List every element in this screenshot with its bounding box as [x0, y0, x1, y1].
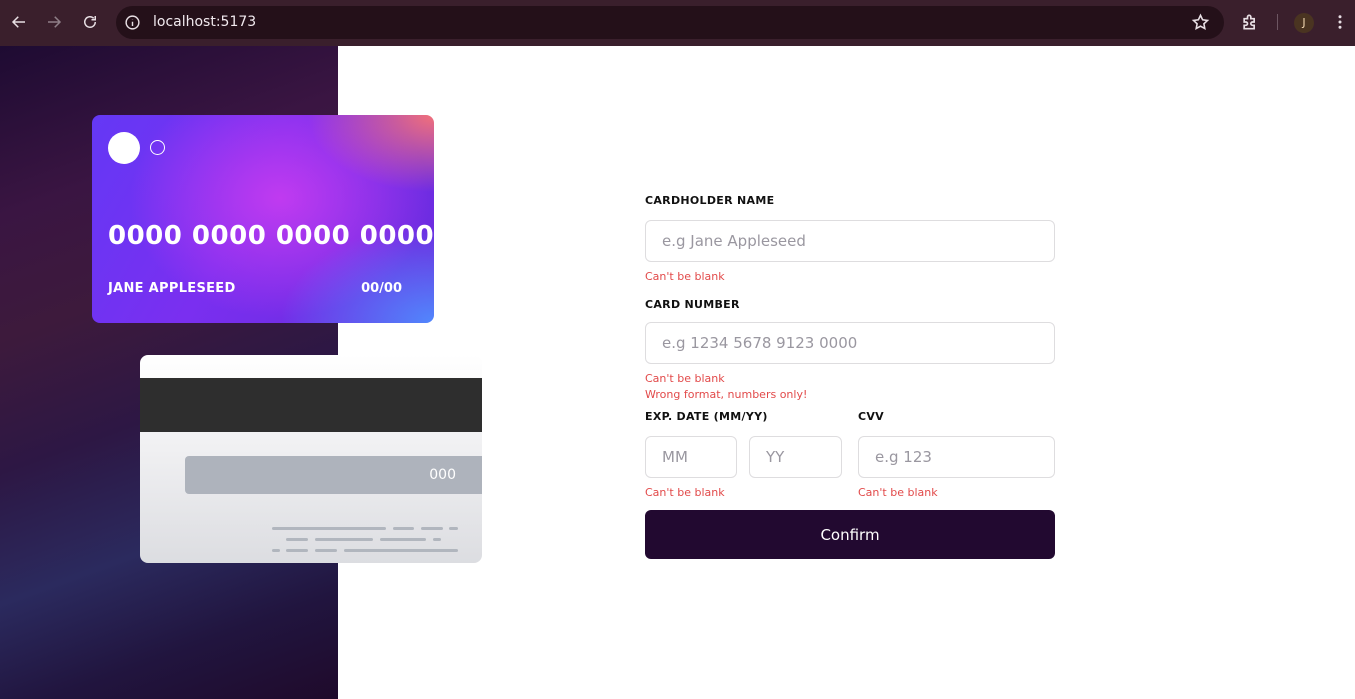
toolbar-divider	[1277, 14, 1278, 30]
card-cvc-display: 000	[429, 467, 456, 483]
confirm-button[interactable]: Confirm	[645, 510, 1055, 559]
exp-date-label: EXP. DATE (MM/YY)	[645, 410, 768, 423]
url-text[interactable]: localhost:5173	[153, 6, 256, 39]
card-holder-display: JANE APPLESEED	[108, 281, 236, 296]
exp-date-error: Can't be blank	[645, 486, 725, 499]
profile-avatar[interactable]: J	[1294, 13, 1314, 33]
card-back-line	[315, 538, 373, 541]
magnetic-stripe	[140, 378, 482, 432]
card-back-line	[286, 538, 308, 541]
card-number-error-format: Wrong format, numbers only!	[645, 388, 808, 401]
cardholder-label: CARDHOLDER NAME	[645, 194, 775, 207]
address-bar[interactable]: localhost:5173	[116, 6, 1224, 39]
card-number-display: 0000 0000 0000 0000	[108, 221, 434, 251]
card-expiry-display: 00/00	[361, 281, 402, 296]
card-number-input[interactable]	[645, 322, 1055, 364]
card-back-line	[344, 549, 458, 552]
card-back-line	[433, 538, 441, 541]
extensions-icon[interactable]	[1240, 12, 1260, 32]
kebab-menu-icon[interactable]	[1331, 13, 1349, 33]
card-back: 000	[140, 355, 482, 563]
reload-icon[interactable]	[79, 11, 101, 33]
card-back-line	[393, 527, 414, 530]
card-number-error-blank: Can't be blank	[645, 372, 725, 385]
cvv-error: Can't be blank	[858, 486, 938, 499]
card-number-label: CARD NUMBER	[645, 298, 740, 311]
card-back-line	[272, 549, 280, 552]
forward-arrow-icon[interactable]	[43, 11, 65, 33]
card-front: 0000 0000 0000 0000 JANE APPLESEED 00/00	[92, 115, 434, 323]
cvv-input[interactable]	[858, 436, 1055, 478]
card-back-line	[421, 527, 443, 530]
star-icon[interactable]	[1191, 13, 1210, 32]
card-logo-ring	[150, 140, 165, 155]
card-back-line	[286, 549, 308, 552]
card-logo-circle	[108, 132, 140, 164]
card-back-line	[449, 527, 458, 530]
signature-strip: 000	[185, 456, 482, 494]
cvv-label: CVV	[858, 410, 884, 423]
exp-month-input[interactable]	[645, 436, 737, 478]
browser-toolbar: localhost:5173 J	[0, 0, 1355, 46]
card-back-line	[272, 527, 386, 530]
page-content: 0000 0000 0000 0000 JANE APPLESEED 00/00…	[0, 46, 1355, 699]
cardholder-error: Can't be blank	[645, 270, 725, 283]
exp-year-input[interactable]	[749, 436, 842, 478]
card-back-line	[315, 549, 337, 552]
back-arrow-icon[interactable]	[8, 11, 30, 33]
info-icon[interactable]	[124, 14, 141, 31]
cardholder-name-input[interactable]	[645, 220, 1055, 262]
card-back-line	[380, 538, 426, 541]
